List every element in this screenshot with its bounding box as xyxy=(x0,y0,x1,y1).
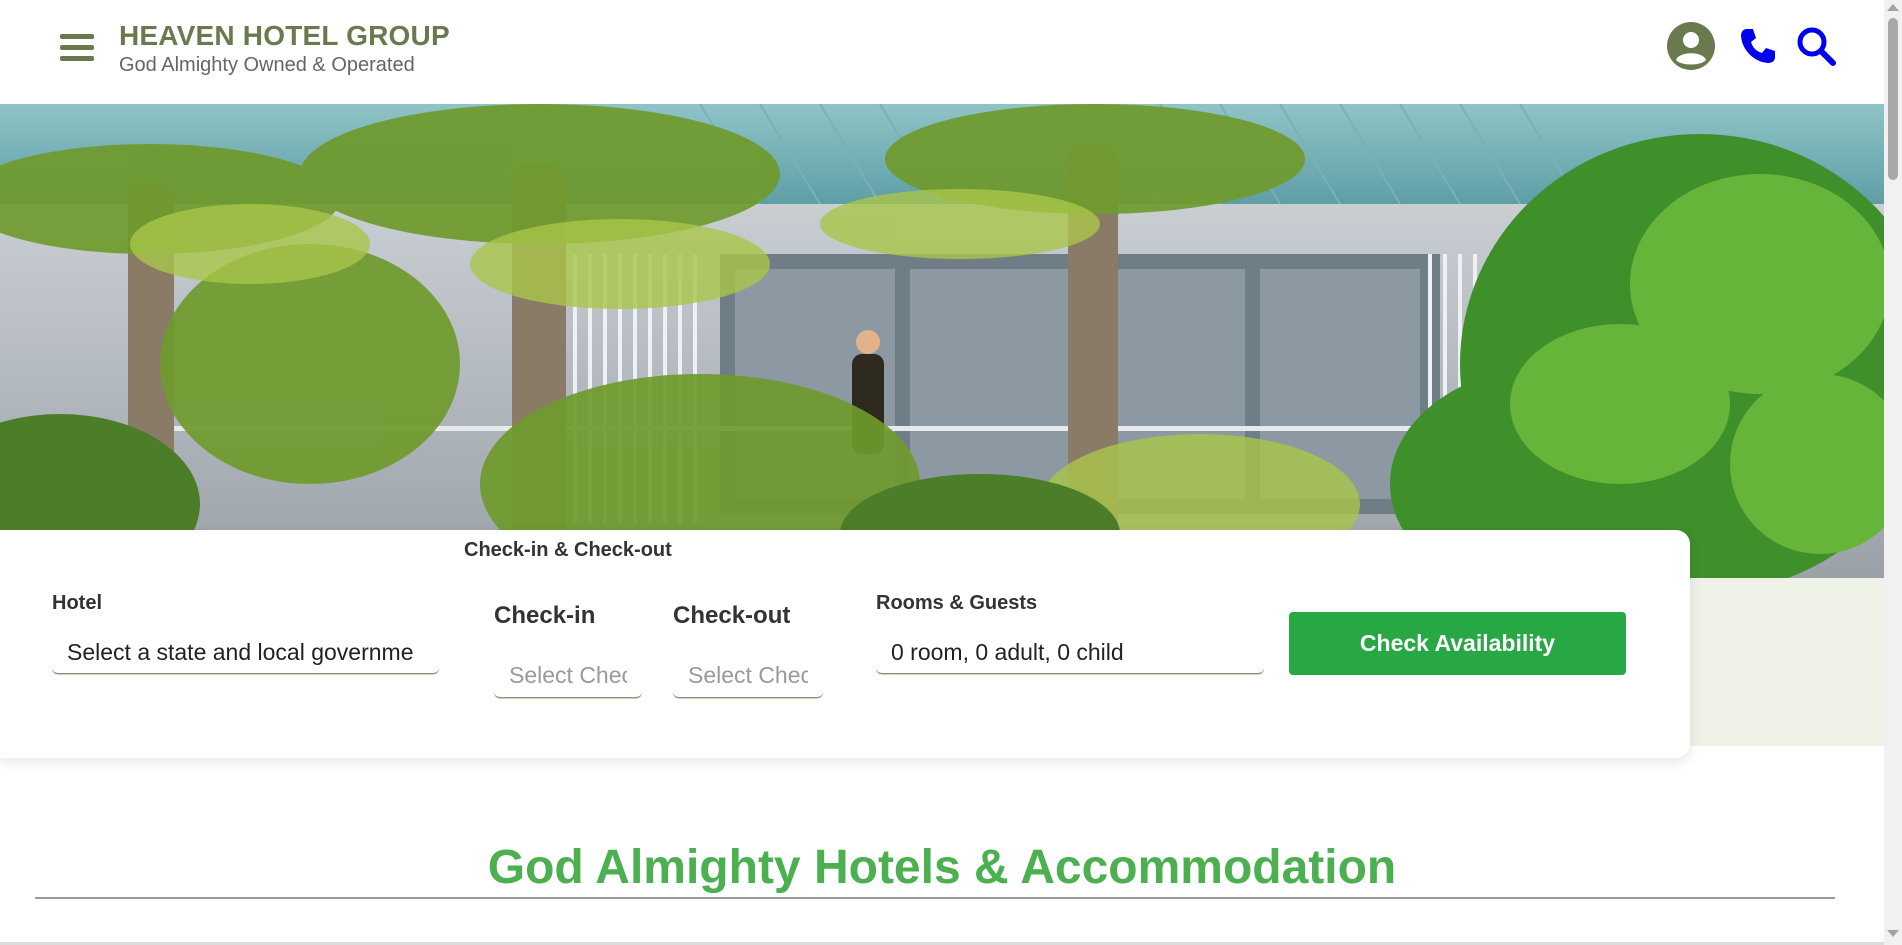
scroll-down-arrow-icon[interactable] xyxy=(1887,930,1899,937)
scroll-up-arrow-icon[interactable] xyxy=(1887,4,1899,11)
section-divider xyxy=(35,897,1835,899)
hero-image xyxy=(0,104,1884,578)
checkin-label: Check-in xyxy=(494,602,596,629)
hotel-label: Hotel xyxy=(52,592,102,614)
brand-subtitle: God Almighty Owned & Operated xyxy=(119,54,415,76)
checkin-date-input[interactable] xyxy=(494,654,642,698)
phone-icon[interactable] xyxy=(1738,26,1778,66)
hero-accent-band xyxy=(1690,578,1884,746)
user-account-icon[interactable] xyxy=(1667,22,1715,70)
checkout-date-input[interactable] xyxy=(673,654,823,698)
hamburger-menu-icon[interactable] xyxy=(60,34,94,66)
checkin-checkout-group-label: Check-in & Check-out xyxy=(464,539,672,561)
section-heading: God Almighty Hotels & Accommodation xyxy=(487,841,1397,894)
brand-title[interactable]: HEAVEN HOTEL GROUP xyxy=(119,20,450,52)
checkout-label: Check-out xyxy=(673,602,791,629)
search-icon[interactable] xyxy=(1794,24,1838,68)
rooms-guests-label: Rooms & Guests xyxy=(876,592,1038,614)
rooms-guests-select[interactable]: 0 room, 0 adult, 0 child xyxy=(876,630,1264,674)
hotel-select[interactable]: Select a state and local governme xyxy=(52,630,439,674)
check-availability-button[interactable]: Check Availability xyxy=(1289,612,1626,675)
scrollbar-thumb[interactable] xyxy=(1888,18,1898,180)
site-header: HEAVEN HOTEL GROUP God Almighty Owned & … xyxy=(0,0,1884,104)
